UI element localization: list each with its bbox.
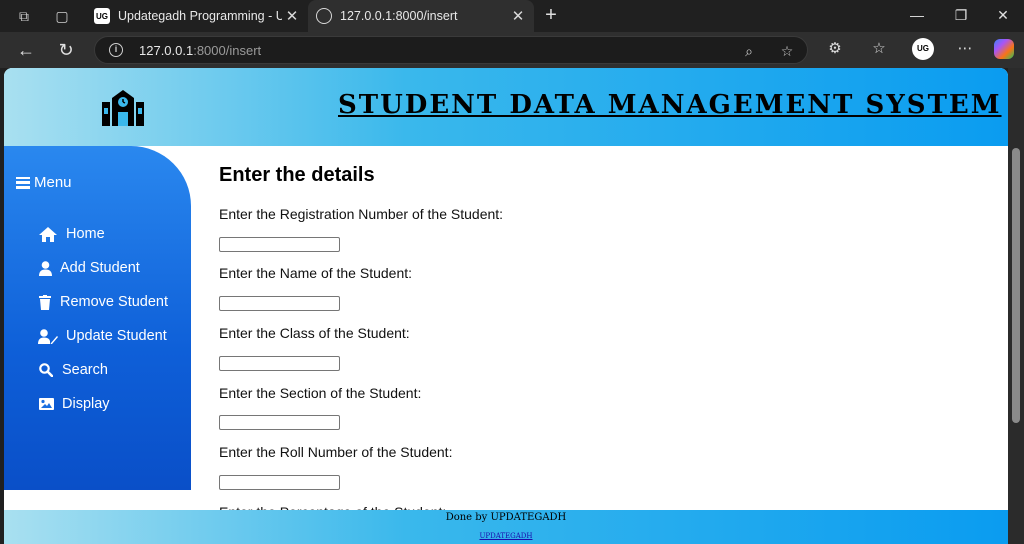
sidebar-item-label: Remove Student <box>60 294 169 310</box>
favorites-icon[interactable]: ☆ <box>868 38 890 60</box>
user-icon <box>38 260 52 276</box>
close-tab-icon[interactable]: ✕ <box>282 7 302 25</box>
footer-link[interactable]: UPDATEGADH <box>4 532 1008 540</box>
scrollbar-thumb[interactable] <box>1012 148 1020 423</box>
address-bar[interactable]: i 127.0.0.1:8000/insert ⌕ ☆ <box>94 36 808 64</box>
form-title: Enter the details <box>219 164 375 186</box>
extensions-icon[interactable]: ⚙ <box>824 38 846 60</box>
image-icon <box>38 398 54 410</box>
tab-title: 127.0.0.1:8000/insert <box>340 9 458 23</box>
sidebar-item-label: Search <box>62 362 108 378</box>
tab-updategadh[interactable]: UG Updategadh Programming - Upd ✕ <box>86 0 308 32</box>
zoom-icon[interactable]: ⌕ <box>739 41 759 61</box>
site-title: STUDENT DATA MANAGEMENT SYSTEM <box>338 90 1002 120</box>
sidebar-item-search[interactable]: Search <box>38 362 108 378</box>
home-icon <box>38 226 58 242</box>
sidebar-item-label: Add Student <box>60 260 140 276</box>
sidebar: Menu Home Add Student Remove Student Upd <box>4 146 191 490</box>
page-header: STUDENT DATA MANAGEMENT SYSTEM <box>4 68 1008 146</box>
globe-icon <box>316 8 332 24</box>
close-window-button[interactable]: ✕ <box>988 4 1018 26</box>
page-scrollbar[interactable] <box>1008 68 1024 544</box>
workspaces-icon[interactable]: ⧉ <box>14 6 34 26</box>
copilot-icon[interactable] <box>994 39 1014 59</box>
sidebar-item-add-student[interactable]: Add Student <box>38 260 140 276</box>
browser-toolbar: ← ↻ i 127.0.0.1:8000/insert ⌕ ☆ ⚙ ☆ ⋯ <box>0 32 1024 68</box>
hamburger-icon <box>16 176 30 189</box>
sidebar-item-label: Home <box>66 226 105 242</box>
roll-number-input[interactable] <box>219 475 340 490</box>
user-edit-icon <box>38 328 58 344</box>
name-label: Enter the Name of the Student: <box>219 265 413 281</box>
sidebar-item-label: Update Student <box>66 328 167 344</box>
sidebar-item-display[interactable]: Display <box>38 396 110 412</box>
site-info-icon[interactable]: i <box>109 43 123 57</box>
page-footer: Done by UPDATEGADH UPDATEGADH <box>4 510 1008 544</box>
section-label: Enter the Section of the Student: <box>219 385 422 401</box>
section-input[interactable] <box>219 415 340 430</box>
page-viewport: STUDENT DATA MANAGEMENT SYSTEM Menu Home… <box>4 68 1008 544</box>
roll-number-label: Enter the Roll Number of the Student: <box>219 444 453 460</box>
menu-header[interactable]: Menu <box>16 174 72 191</box>
registration-number-input[interactable] <box>219 237 340 252</box>
favorite-star-icon[interactable]: ☆ <box>777 41 797 61</box>
more-options-icon[interactable]: ⋯ <box>954 38 976 60</box>
new-tab-button[interactable]: + <box>540 4 562 26</box>
school-building-icon <box>102 90 144 126</box>
browser-tab-bar: ⧉ ▢ UG Updategadh Programming - Upd ✕ 12… <box>0 0 1024 32</box>
tab-insert[interactable]: 127.0.0.1:8000/insert ✕ <box>308 0 534 32</box>
registration-number-label: Enter the Registration Number of the Stu… <box>219 206 504 222</box>
sidebar-item-remove-student[interactable]: Remove Student <box>38 294 168 310</box>
name-input[interactable] <box>219 296 340 311</box>
sidebar-item-label: Display <box>62 396 110 412</box>
back-button[interactable]: ← <box>14 38 38 62</box>
tab-actions-icon[interactable]: ▢ <box>52 6 72 26</box>
refresh-button[interactable]: ↻ <box>54 38 78 62</box>
close-tab-icon[interactable]: ✕ <box>508 7 528 25</box>
menu-label: Menu <box>34 174 72 191</box>
class-label: Enter the Class of the Student: <box>219 325 410 341</box>
class-input[interactable] <box>219 356 340 371</box>
footer-credit: Done by UPDATEGADH <box>445 512 567 523</box>
minimize-button[interactable]: — <box>902 4 932 26</box>
sidebar-item-home[interactable]: Home <box>38 226 105 242</box>
profile-avatar[interactable]: UG <box>912 38 934 60</box>
url-text[interactable]: 127.0.0.1:8000/insert <box>139 43 261 58</box>
updategadh-favicon-icon: UG <box>94 8 110 24</box>
tab-title: Updategadh Programming - Upd <box>118 9 282 23</box>
search-icon <box>38 363 54 377</box>
restore-button[interactable]: ❐ <box>946 4 976 26</box>
trash-icon <box>38 294 52 310</box>
sidebar-item-update-student[interactable]: Update Student <box>38 328 167 344</box>
